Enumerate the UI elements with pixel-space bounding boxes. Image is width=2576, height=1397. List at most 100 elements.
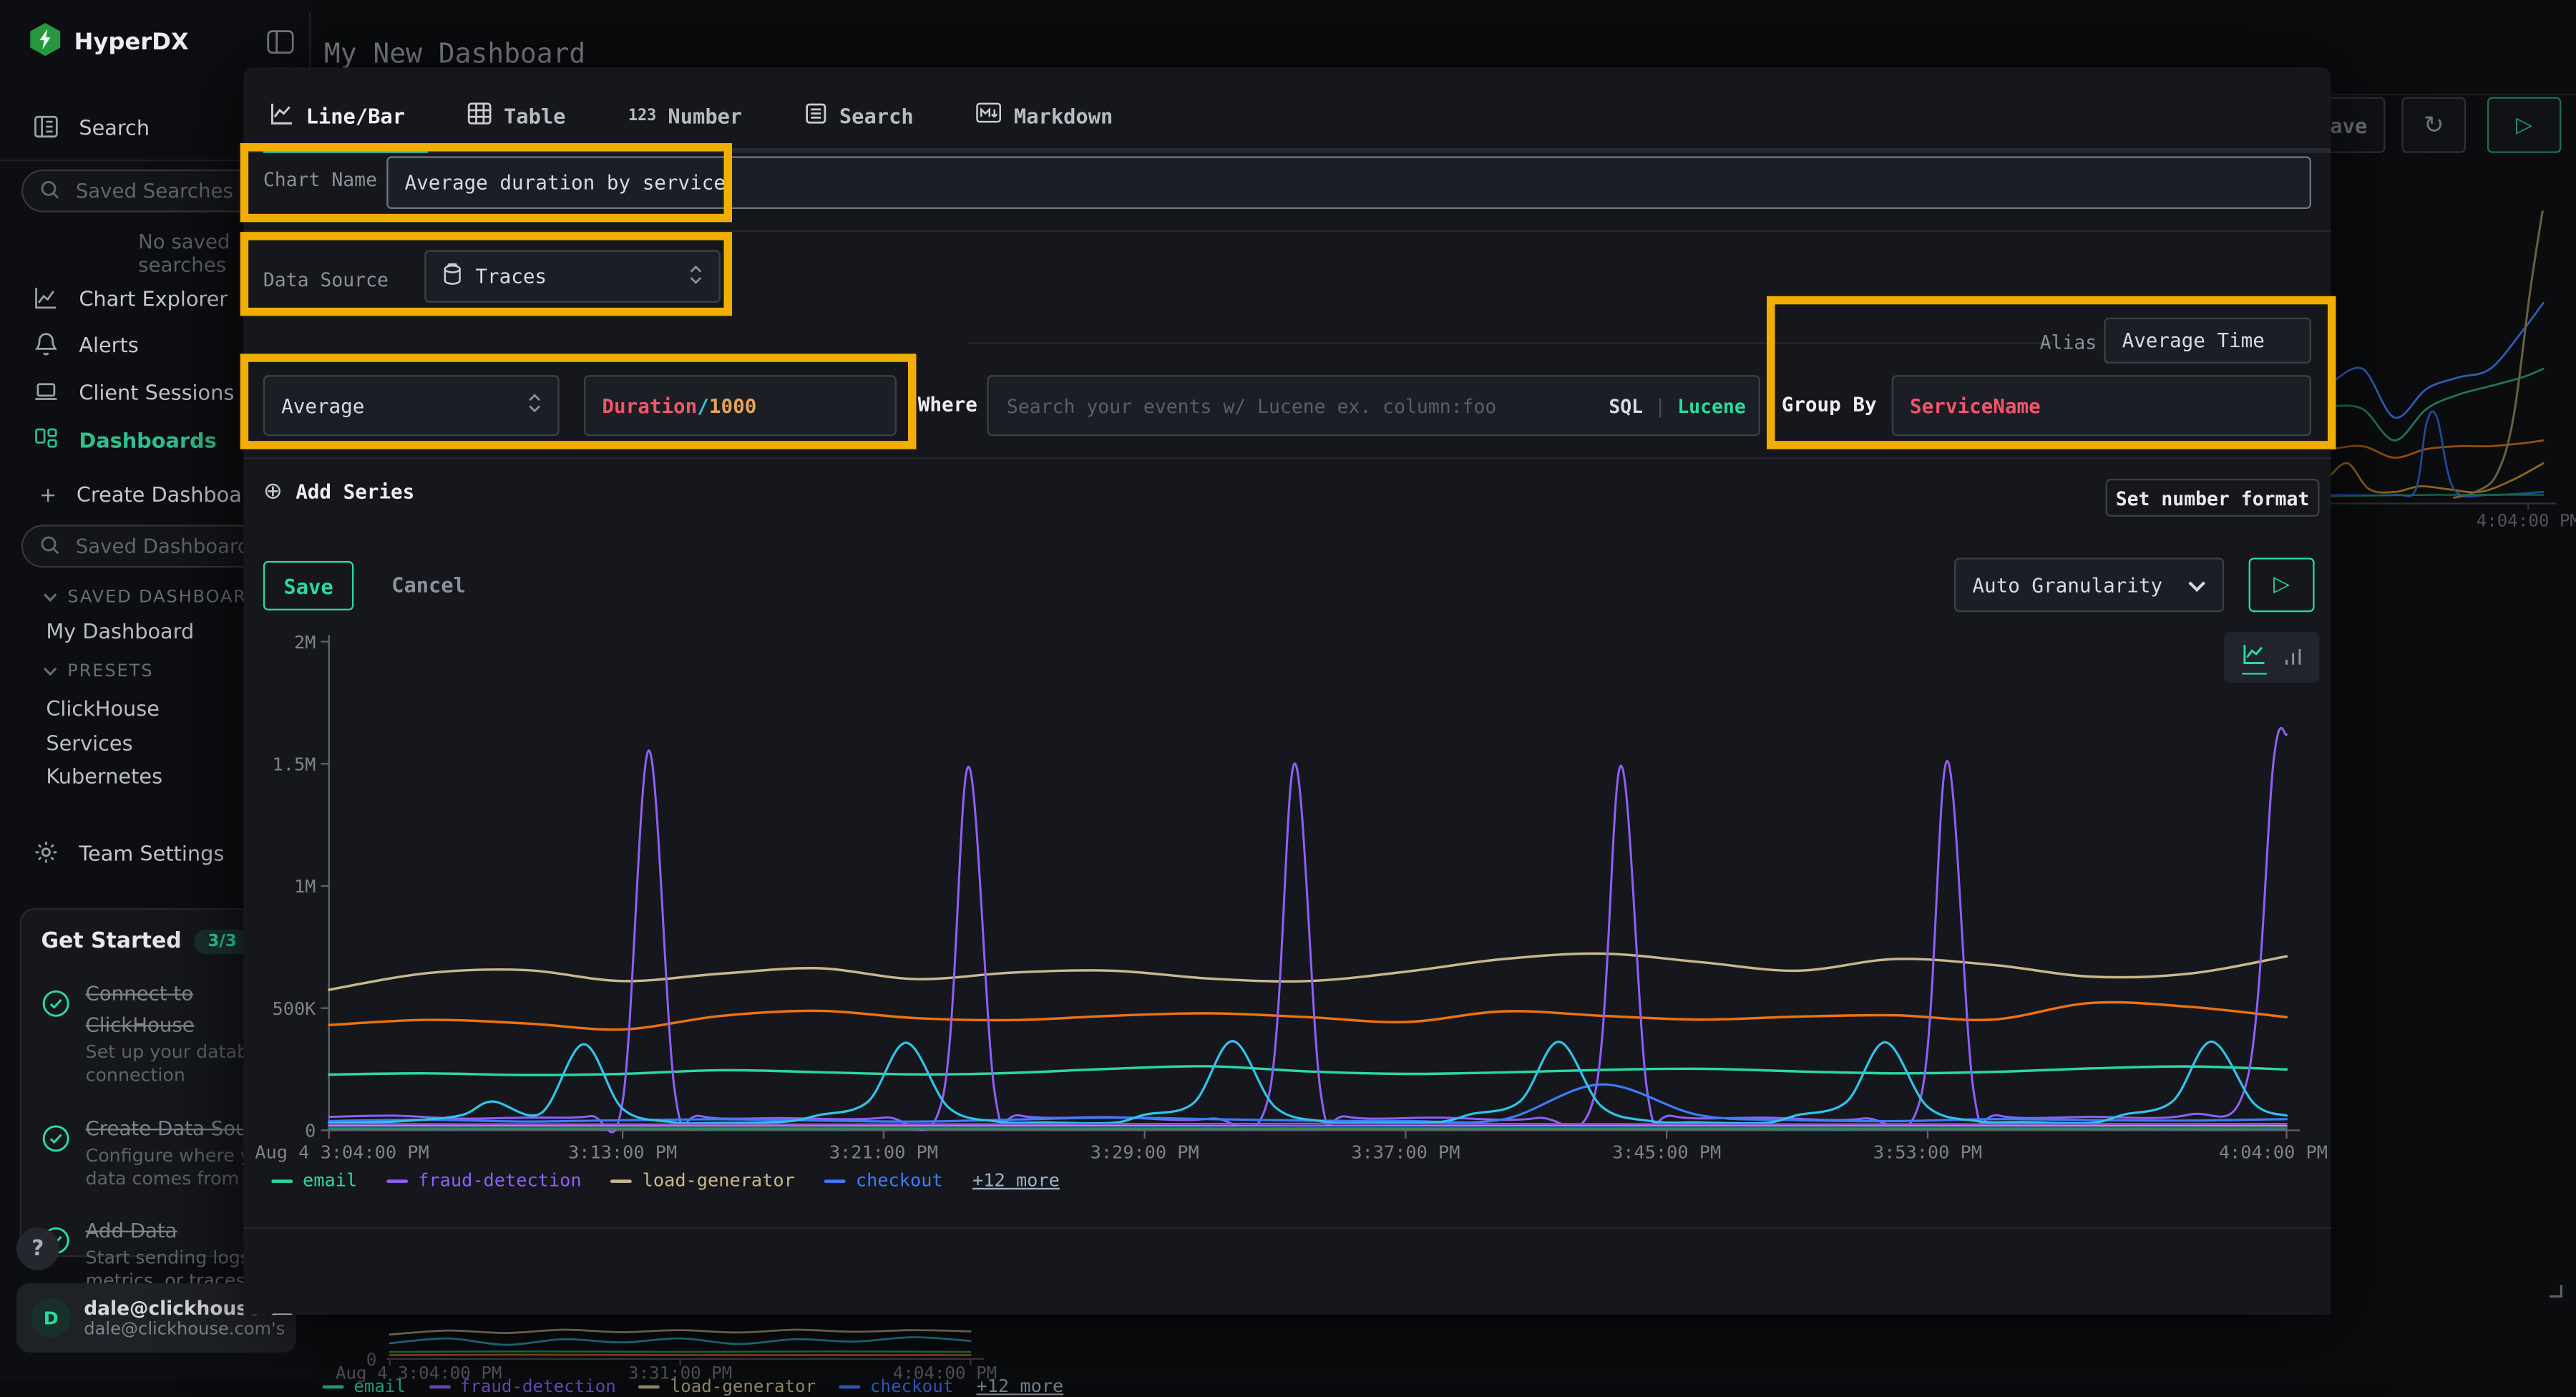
add-series-button[interactable]: ⊕ Add Series bbox=[263, 479, 414, 505]
dashboard-run-button[interactable]: ▷ bbox=[2487, 97, 2561, 153]
list-icon bbox=[270, 1311, 294, 1315]
tab-table[interactable]: Table bbox=[461, 82, 572, 148]
dashboard-preview-legend: email fraud-detection load-generator checko… bbox=[323, 1376, 1064, 1397]
legend-swatch bbox=[271, 1179, 293, 1182]
chart-name-label: Chart Name bbox=[263, 167, 377, 190]
legend-item: checkout bbox=[839, 1376, 953, 1397]
get-started-title: Get Started bbox=[41, 930, 181, 954]
legend-more-link[interactable]: +12 more bbox=[972, 1170, 1060, 1192]
svg-text:3:29:00 PM: 3:29:00 PM bbox=[1091, 1142, 1199, 1162]
legend-swatch bbox=[387, 1179, 409, 1182]
section-presets[interactable]: PRESETS bbox=[43, 661, 154, 681]
save-button[interactable]: Save bbox=[263, 561, 353, 610]
granularity-select[interactable]: Auto Granularity bbox=[1954, 558, 2224, 612]
dashboard-grid-icon bbox=[33, 426, 59, 452]
svg-text:4:04:00 PM: 4:04:00 PM bbox=[2219, 1142, 2328, 1162]
tab-search[interactable]: Search bbox=[798, 82, 919, 148]
legend-more-link[interactable]: +12 more bbox=[976, 1376, 1063, 1397]
svg-text:3:53:00 PM: 3:53:00 PM bbox=[1873, 1142, 1982, 1162]
database-icon bbox=[442, 263, 462, 291]
chart-type-tabs: Line/Bar Table 123 Number Search Markdow… bbox=[243, 82, 1119, 148]
svg-text:3:37:00 PM: 3:37:00 PM bbox=[1351, 1142, 1460, 1162]
field-expression-input[interactable]: Duration/1000 bbox=[584, 375, 897, 436]
line-chart-icon bbox=[33, 285, 59, 311]
group-by-label: Group By bbox=[1782, 393, 1877, 416]
row-divider bbox=[243, 1227, 2331, 1229]
query-language-toggle[interactable]: SQL | Lucene bbox=[1609, 395, 1745, 418]
legend-item: load-generator bbox=[639, 1376, 816, 1397]
refresh-button[interactable]: ↻ bbox=[2401, 97, 2466, 153]
tab-markdown[interactable]: Markdown bbox=[970, 82, 1120, 148]
chevron-down-icon bbox=[2188, 573, 2206, 596]
legend-swatch bbox=[611, 1179, 633, 1182]
svg-text:3:21:00 PM: 3:21:00 PM bbox=[829, 1142, 938, 1162]
legend-item[interactable]: email bbox=[271, 1170, 357, 1192]
help-button[interactable]: ? bbox=[16, 1227, 59, 1270]
alias-input[interactable]: Average Time bbox=[2104, 318, 2311, 364]
lucene-toggle[interactable]: Lucene bbox=[1677, 395, 1746, 418]
svg-text:3:13:00 PM: 3:13:00 PM bbox=[568, 1142, 677, 1162]
sidebar-item-preset[interactable]: Services bbox=[46, 730, 132, 754]
tabs-track bbox=[243, 148, 2331, 153]
sidebar-item-preset[interactable]: ClickHouse bbox=[46, 696, 160, 720]
cancel-button[interactable]: Cancel bbox=[391, 573, 466, 597]
legend-item: fraud-detection bbox=[429, 1376, 616, 1397]
sidebar-item-my-dashboard[interactable]: My Dashboard bbox=[46, 618, 194, 643]
data-source-label: Data Source bbox=[263, 268, 389, 291]
svg-text:2M: 2M bbox=[294, 632, 316, 653]
page-title: My New Dashboard bbox=[324, 38, 585, 69]
chart-legend: email fraud-detection load-generator checko… bbox=[271, 1170, 1060, 1192]
collapse-chevron-up-icon[interactable] bbox=[2277, 1313, 2297, 1315]
dashboard-preview-chart-bottom: 0Aug 4 3:04:00 PM3:31:00 PM4:04:00 PM bbox=[323, 1316, 997, 1382]
legend-item[interactable]: load-generator bbox=[611, 1170, 795, 1192]
run-chart-button[interactable]: ▷ bbox=[2249, 558, 2315, 612]
line-chart-icon bbox=[270, 101, 294, 129]
app-logo-text: HyperDX bbox=[74, 29, 188, 56]
tab-number[interactable]: 123 Number bbox=[622, 82, 749, 148]
table-icon bbox=[467, 101, 492, 129]
section-saved-dashboards[interactable]: SAVED DASHBOARDS bbox=[43, 588, 274, 608]
avatar: D bbox=[31, 1298, 71, 1338]
tile-resize-handle[interactable] bbox=[2543, 1273, 2563, 1305]
set-number-format-button[interactable]: Set number format bbox=[2106, 479, 2320, 517]
legend-swatch bbox=[824, 1179, 846, 1182]
check-circle-icon bbox=[41, 989, 70, 1089]
legend-item: email bbox=[323, 1376, 406, 1397]
user-subtitle: dale@clickhouse.com's bbox=[84, 1320, 285, 1340]
sample-events-header[interactable]: Sample Matched Events bbox=[270, 1311, 570, 1315]
check-circle-icon bbox=[41, 1123, 70, 1192]
select-chevrons-icon bbox=[689, 264, 702, 288]
sidebar-collapse-icon[interactable] bbox=[266, 29, 294, 61]
dashboard-preview-chart-right: 4:04:00 PM bbox=[2331, 210, 2576, 533]
legend-item[interactable]: fraud-detection bbox=[387, 1170, 582, 1192]
document-icon bbox=[805, 101, 828, 129]
app-logo[interactable]: HyperDX bbox=[29, 23, 188, 62]
topbar-separator bbox=[309, 13, 311, 72]
chevron-down-icon bbox=[43, 588, 58, 608]
sidebar-item-preset[interactable]: Kubernetes bbox=[46, 764, 162, 788]
search-icon bbox=[39, 175, 61, 207]
tab-line-bar[interactable]: Line/Bar bbox=[263, 82, 411, 148]
markdown-icon bbox=[976, 102, 1002, 129]
preview-legend-items: email fraud-detection load-generator checko… bbox=[323, 1376, 954, 1397]
text-caret bbox=[727, 171, 728, 194]
sql-toggle[interactable]: SQL bbox=[1609, 395, 1643, 418]
get-started-progress-badge: 3/3 bbox=[195, 930, 250, 954]
chart-name-input[interactable]: Average duration by service bbox=[386, 156, 2311, 209]
group-by-input[interactable]: ServiceName bbox=[1892, 375, 2311, 436]
123-icon: 123 bbox=[628, 106, 656, 124]
select-chevrons-icon bbox=[528, 393, 541, 417]
svg-text:3:45:00 PM: 3:45:00 PM bbox=[1612, 1142, 1721, 1162]
series-divider bbox=[967, 342, 2053, 344]
duration-chart[interactable]: 0500K1M1.5M2MAug 4 3:04:00 PM3:13:00 PM3… bbox=[255, 630, 2328, 1173]
legend-item[interactable]: checkout bbox=[824, 1170, 942, 1192]
plus-circle-icon: ⊕ bbox=[263, 479, 283, 505]
aggregation-select[interactable]: Average bbox=[263, 375, 560, 436]
data-source-select[interactable]: Traces bbox=[424, 250, 721, 303]
svg-text:4:04:00 PM: 4:04:00 PM bbox=[2477, 511, 2576, 531]
app-root: HyperDX Search No saved searches Chart E… bbox=[0, 0, 2576, 1382]
laptop-icon bbox=[33, 379, 59, 405]
svg-text:1M: 1M bbox=[294, 876, 316, 897]
plus-icon: + bbox=[39, 481, 57, 505]
hyperdx-logo-icon bbox=[29, 23, 61, 62]
